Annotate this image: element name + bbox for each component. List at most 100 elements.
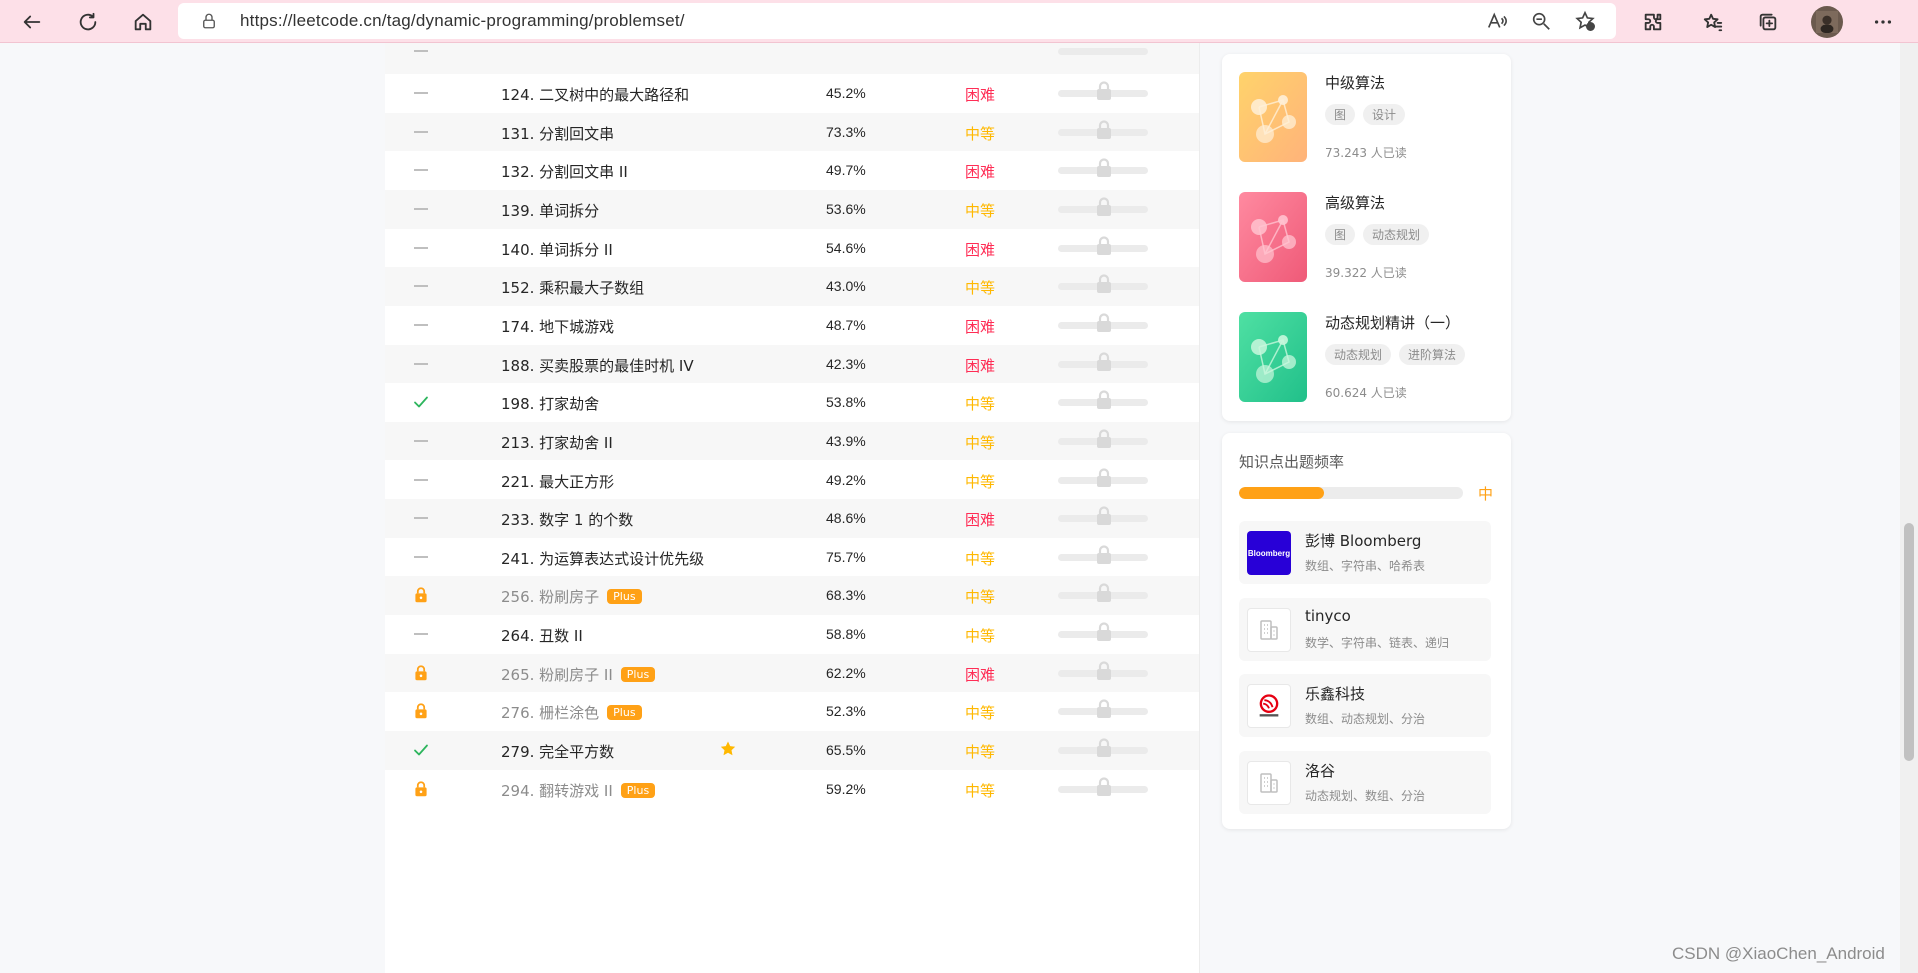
table-row[interactable]: 276. 栅栏涂色 Plus 52.3% 中等	[385, 692, 1199, 731]
scrollbar-thumb[interactable]	[1904, 523, 1914, 761]
course-tag[interactable]: 动态规划	[1363, 224, 1430, 245]
table-row[interactable]: 221. 最大正方形 49.2% 中等	[385, 461, 1199, 500]
back-icon[interactable]	[16, 6, 48, 38]
learning-cards-panel: 中级算法图设计 73.243 人已读 高级算法图动态规划 39.322 人已读 动态规划…	[1222, 54, 1511, 421]
company-item[interactable]: Bloomberg 彭博 Bloomberg 数组、字符串、哈希表	[1239, 521, 1491, 584]
problem-title-link[interactable]: 241. 为运算表达式设计优先级	[501, 548, 704, 569]
frequency-lock-icon[interactable]	[1095, 313, 1113, 333]
refresh-icon[interactable]	[72, 6, 104, 38]
course-tag[interactable]: 动态规划	[1325, 344, 1392, 365]
frequency-lock-icon[interactable]	[1095, 777, 1113, 797]
problem-title-link[interactable]: 279. 完全平方数	[501, 741, 614, 762]
espressif-logo	[1247, 684, 1291, 728]
frequency-lock-icon[interactable]	[1095, 197, 1113, 217]
problem-title-link[interactable]: 265. 粉刷房子 II Plus	[501, 664, 656, 685]
table-row[interactable]: 294. 翻转游戏 II Plus 59.2% 中等	[385, 770, 1199, 809]
acceptance-rate: 53.6%	[826, 200, 866, 217]
frequency-lock-icon[interactable]	[1095, 545, 1113, 565]
course-tag[interactable]: 图	[1325, 224, 1356, 245]
problem-title-text: 241. 为运算表达式设计优先级	[501, 549, 705, 568]
page-scrollbar[interactable]	[1900, 43, 1918, 973]
course-card[interactable]: 动态规划精讲（一） 动态规划 进阶算法 60.624 人已读	[1239, 312, 1499, 412]
course-tag[interactable]: 进阶算法	[1399, 344, 1466, 365]
problem-title-link[interactable]: 198. 打家劫舍	[501, 393, 599, 414]
status-dash	[411, 160, 431, 180]
table-row[interactable]: 265. 粉刷房子 II Plus 62.2% 困难	[385, 653, 1199, 693]
course-tag[interactable]: 图	[1325, 104, 1356, 125]
frequency-lock-icon[interactable]	[1095, 661, 1113, 681]
frequency-lock-icon[interactable]	[1095, 738, 1113, 758]
acceptance-rate: 49.2%	[826, 471, 866, 488]
table-row[interactable]: 131. 分割回文串 73.3% 中等	[385, 112, 1199, 152]
table-row[interactable]: 188. 买卖股票的最佳时机 IV 42.3% 困难	[385, 344, 1199, 384]
table-row[interactable]: 213. 打家劫舍 II 43.9% 中等	[385, 421, 1199, 461]
table-row[interactable]: 174. 地下城游戏 48.7% 困难	[385, 306, 1199, 345]
problem-title-text: 233. 数字 1 的个数	[501, 511, 634, 530]
table-row[interactable]: 132. 分割回文串 II 49.7% 困难	[385, 151, 1199, 190]
problem-title-link[interactable]: 264. 丑数 II	[501, 625, 583, 646]
problem-title-link[interactable]: 188. 买卖股票的最佳时机 IV	[501, 355, 694, 376]
table-row[interactable]: 241. 为运算表达式设计优先级 75.7% 中等	[385, 538, 1199, 577]
problem-title-link[interactable]: 213. 打家劫舍 II	[501, 432, 613, 453]
frequency-lock-icon[interactable]	[1095, 622, 1113, 642]
frequency-lock-icon[interactable]	[1095, 81, 1113, 101]
collections-icon[interactable]	[1752, 6, 1784, 38]
course-card[interactable]: 中级算法图设计 73.243 人已读	[1239, 72, 1499, 172]
favorite-add-icon[interactable]	[1574, 10, 1598, 34]
problem-title-link[interactable]: 276. 栅栏涂色 Plus	[501, 702, 642, 723]
frequency-lock-icon[interactable]	[1095, 351, 1113, 372]
problem-title-link[interactable]: 221. 最大正方形	[501, 471, 614, 492]
read-aloud-icon[interactable]	[1486, 10, 1510, 34]
acceptance-rate: 45.2%	[826, 85, 866, 101]
frequency-lock-icon[interactable]	[1095, 390, 1113, 410]
table-row[interactable]: 139. 单词拆分 53.6% 中等	[385, 189, 1199, 229]
url-text[interactable]: https://leetcode.cn/tag/dynamic-programm…	[240, 11, 685, 31]
table-row[interactable]: 264. 丑数 II 58.8% 中等	[385, 615, 1199, 654]
difficulty-label: 中等	[965, 279, 996, 298]
more-icon[interactable]	[1867, 6, 1899, 38]
frequency-lock-icon[interactable]	[1095, 120, 1113, 140]
extensions-icon[interactable]	[1637, 6, 1669, 38]
lock-icon[interactable]	[200, 12, 218, 30]
problem-title-link[interactable]: 139. 单词拆分	[501, 200, 599, 221]
table-row[interactable]: 279. 完全平方数 65.5% 中等	[385, 731, 1199, 770]
table-row[interactable]: 198. 打家劫舍 53.8% 中等	[385, 383, 1199, 422]
problem-title-link[interactable]: 174. 地下城游戏	[501, 316, 614, 337]
frequency-lock-icon[interactable]	[1095, 467, 1113, 488]
frequency-lock-icon[interactable]	[1095, 274, 1113, 294]
frequency-lock-icon[interactable]	[1095, 236, 1113, 256]
course-card[interactable]: 高级算法图动态规划 39.322 人已读	[1239, 192, 1499, 292]
table-row[interactable]: 233. 数字 1 的个数 48.6% 困难	[385, 499, 1199, 538]
home-icon[interactable]	[127, 6, 159, 38]
problem-title-link[interactable]: 131. 分割回文串	[501, 123, 614, 144]
problem-title-link[interactable]: 152. 乘积最大子数组	[501, 277, 644, 298]
problem-title-link[interactable]: 132. 分割回文串 II	[501, 161, 628, 182]
profile-avatar[interactable]	[1811, 6, 1843, 38]
difficulty-label: 困难	[965, 240, 996, 259]
difficulty-label: 中等	[965, 549, 996, 568]
table-row[interactable]: 124. 二叉树中的最大路径和 45.2% 困难	[385, 74, 1199, 113]
address-bar[interactable]: https://leetcode.cn/tag/dynamic-programm…	[178, 3, 1616, 39]
problem-title-link[interactable]: 140. 单词拆分 II	[501, 239, 613, 260]
company-item[interactable]: 洛谷 动态规划、数组、分治	[1239, 750, 1491, 814]
frequency-lock-icon[interactable]	[1095, 583, 1113, 603]
frequency-lock-icon[interactable]	[1095, 699, 1113, 719]
status-dash	[411, 547, 431, 567]
course-tag[interactable]: 设计	[1363, 104, 1406, 125]
frequency-lock-icon[interactable]	[1095, 429, 1113, 449]
company-item[interactable]: 乐鑫科技 数组、动态规划、分治	[1239, 674, 1491, 737]
problem-title-link[interactable]: 256. 粉刷房子 Plus	[501, 586, 642, 607]
frequency-lock-icon[interactable]	[1095, 158, 1113, 178]
problem-title-text: 139. 单词拆分	[501, 201, 600, 220]
table-row[interactable]: 152. 乘积最大子数组 43.0% 中等	[385, 267, 1199, 306]
company-item[interactable]: tinyco 数学、字符串、链表、递归	[1239, 597, 1491, 661]
table-row[interactable]: 256. 粉刷房子 Plus 68.3% 中等	[385, 576, 1199, 616]
problem-title-link[interactable]: 124. 二叉树中的最大路径和	[501, 84, 689, 105]
problem-title-link[interactable]: 233. 数字 1 的个数	[501, 509, 633, 530]
problem-title-text: 131. 分割回文串	[501, 124, 615, 143]
table-row[interactable]: 140. 单词拆分 II 54.6% 困难	[385, 229, 1199, 268]
zoom-out-icon[interactable]	[1530, 10, 1554, 34]
frequency-lock-icon[interactable]	[1095, 506, 1113, 526]
favorites-icon[interactable]	[1697, 6, 1729, 38]
problem-title-link[interactable]: 294. 翻转游戏 II Plus	[501, 780, 656, 801]
